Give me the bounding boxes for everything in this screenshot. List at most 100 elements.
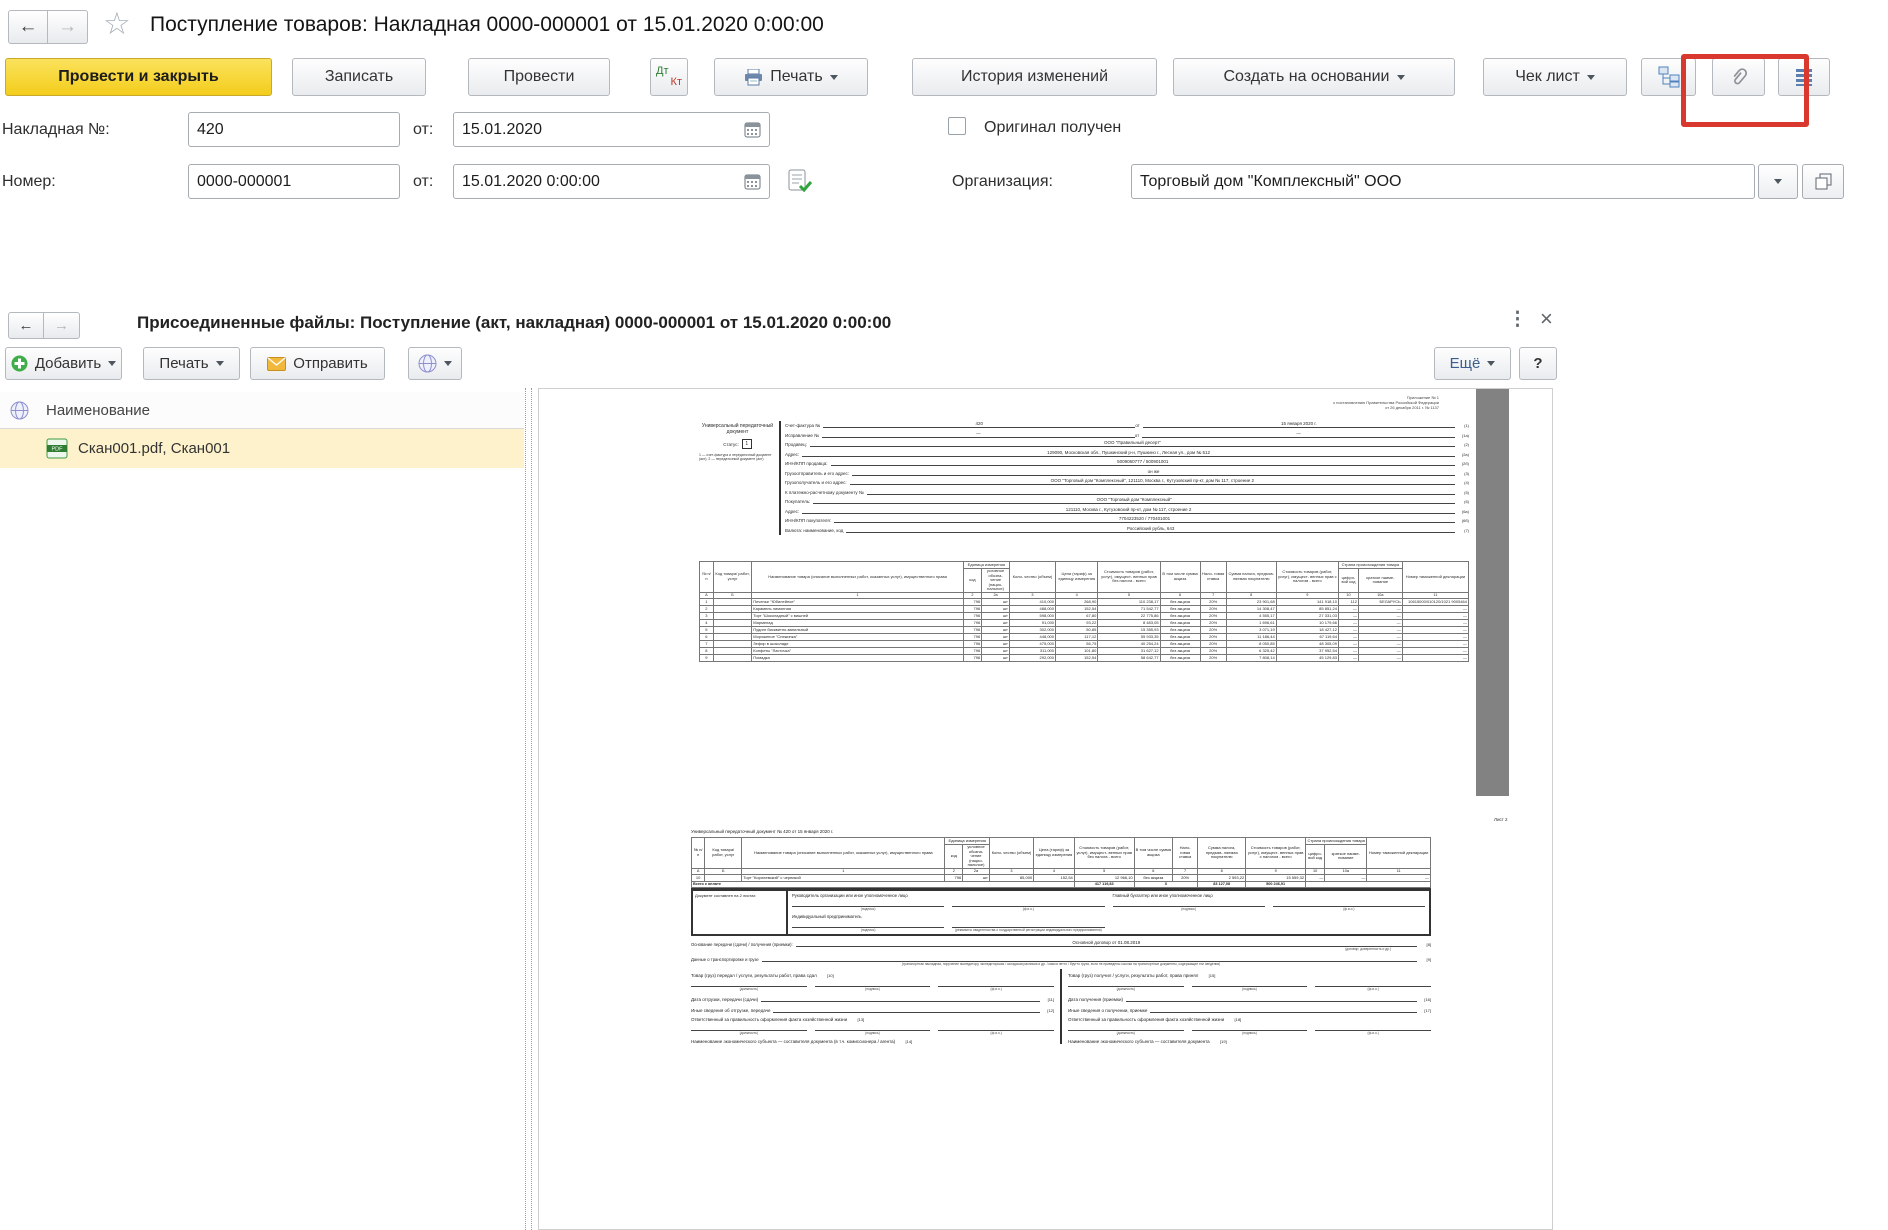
doc-cell: Конфеты "Ласточка"	[752, 647, 964, 654]
doc-cell: —	[1358, 633, 1402, 640]
signature-column-icon[interactable]	[10, 401, 29, 420]
doc-cell: 7	[700, 640, 714, 647]
app-root: ← → ☆ Поступление товаров: Накладная 000…	[0, 0, 1888, 1230]
doc-cell: —	[1358, 605, 1402, 612]
doc-cell: 93,22	[1056, 619, 1098, 626]
doc-cell: 10 179,66	[1276, 619, 1338, 626]
doc-cell: 796	[963, 626, 981, 633]
doc-table-row: 10Торт "Королевский" с черникой796шт85,0…	[692, 874, 1431, 881]
window-close-button[interactable]: ×	[1540, 306, 1553, 332]
main-nav-group: ← →	[8, 10, 88, 44]
invoice-date-input[interactable]: 15.01.2020	[453, 112, 770, 147]
doc-form-line: Адрес:121110, Москва г., Кутузовский пр-…	[785, 507, 1469, 514]
doc-left-title: Универсальный передаточный документ	[699, 423, 776, 435]
doc-cell: 8 483,05	[1098, 619, 1160, 626]
doc-cell: 9	[700, 654, 714, 661]
doc-table-page1: № п/п Код товара/ работ, услуг Наименова…	[699, 561, 1469, 662]
doc-cell: 796	[963, 654, 981, 661]
back-button[interactable]: ←	[8, 10, 48, 44]
doc-cell: 37 952,54	[1276, 647, 1338, 654]
checklist-button[interactable]: Чек лист	[1483, 58, 1627, 96]
doc-cell: —	[1402, 633, 1468, 640]
doc-cell: —	[1358, 640, 1402, 647]
dropdown-arrow-icon	[1587, 75, 1595, 80]
doc-form-line: К платежно-расчетному документу №(5)	[785, 488, 1469, 495]
save-button[interactable]: Записать	[292, 58, 426, 96]
doc-cell: 85 851,24	[1276, 605, 1338, 612]
attachments-back-button[interactable]: ←	[8, 312, 44, 339]
doc-cell: 10615000/010120/1021 9005464	[1402, 598, 1468, 605]
doc-cell: 302,000	[1009, 626, 1055, 633]
doc-cell: 7 808,14	[1226, 654, 1276, 661]
doc-cell: 117,12	[1056, 633, 1098, 640]
doc-cell: 152,54	[1034, 874, 1075, 881]
calendar-icon[interactable]	[744, 173, 761, 190]
doc-cell: —	[1402, 619, 1468, 626]
more-button[interactable]: Ещё	[1434, 347, 1511, 380]
window-menu-dots[interactable]: ⋮	[1508, 308, 1527, 331]
doc-cell	[713, 619, 751, 626]
doc-cell	[713, 647, 751, 654]
favorite-star-icon[interactable]: ☆	[103, 6, 131, 42]
number-input[interactable]: 0000-000001	[188, 164, 400, 199]
preview-scrollbar-thumb[interactable]	[1476, 389, 1509, 796]
doc-cell: шт	[982, 626, 1010, 633]
doc-cell: Печенье "Юбилейное"	[752, 598, 964, 605]
doc-cell: шт	[982, 619, 1010, 626]
organization-input[interactable]: Торговый дом "Комплексный" ООО	[1131, 164, 1755, 199]
back-arrow-icon: ←	[19, 16, 38, 38]
attachments-forward-button[interactable]: →	[44, 312, 80, 339]
post-button[interactable]: Провести	[468, 58, 610, 96]
doc-cell: шт	[982, 633, 1010, 640]
dropdown-arrow-icon	[216, 361, 224, 366]
invoice-no-input[interactable]: 420	[188, 112, 400, 147]
doc-cell: 14 308,47	[1226, 605, 1276, 612]
calendar-icon[interactable]	[744, 121, 761, 138]
signature-menu-button[interactable]	[408, 347, 462, 380]
doc-cell: 2	[700, 605, 714, 612]
doc-cell: без акциза	[1160, 598, 1200, 605]
original-received-checkbox[interactable]	[948, 117, 966, 135]
doc-cell: БЕЛАРУСЬ	[1358, 598, 1402, 605]
doc-cell: Торт "Королевский" с черникой	[742, 874, 945, 881]
history-button[interactable]: История изменений	[912, 58, 1157, 96]
doc-cell: 27 331,03	[1276, 612, 1338, 619]
create-based-on-button[interactable]: Создать на основании	[1173, 58, 1455, 96]
dt-kt-button[interactable]: Дт Кт	[650, 58, 688, 96]
pane-splitter[interactable]	[525, 388, 532, 1230]
doc-cell: 20%	[1200, 647, 1226, 654]
name-column-header[interactable]: Наименование	[46, 402, 150, 419]
doc-cell: без акциза	[1160, 647, 1200, 654]
doc-table-row: 4Мармелад796шт91,00093,228 483,05без акц…	[700, 619, 1469, 626]
doc-cell: —	[1338, 640, 1358, 647]
doc-annex-text: Приложение № 1 к постановлению Правитель…	[1099, 395, 1439, 410]
doc-cell: —	[1338, 626, 1358, 633]
file-row[interactable]: PDF Скан001.pdf, Скан001	[0, 429, 524, 468]
doc-cell: 475,000	[1009, 640, 1055, 647]
attachments-print-button[interactable]: Печать	[143, 347, 240, 380]
post-and-close-button[interactable]: Провести и закрыть	[5, 58, 272, 96]
doc-cell: 488,000	[1009, 605, 1055, 612]
doc-cell: 796	[963, 605, 981, 612]
doc-cell: —	[1338, 633, 1358, 640]
from1-label: от:	[413, 121, 433, 139]
doc-status-legend: 1 — счет-фактура и передаточный документ…	[699, 453, 776, 462]
help-button[interactable]: ?	[1519, 347, 1557, 380]
send-button[interactable]: Отправить	[250, 347, 385, 380]
doc-cell: Торт "Шоколадный" с вишней	[752, 612, 964, 619]
doc-form-line: Адрес:129090, Московская обл., Пушкински…	[785, 450, 1469, 457]
doc-table-page2: № п/п Код товара/ работ, услуг Наименова…	[691, 837, 1431, 888]
dropdown-arrow-icon	[1487, 361, 1495, 366]
add-button[interactable]: Добавить	[5, 347, 122, 380]
doc-cell: 12 966,10	[1074, 874, 1134, 881]
doc-form-line: Валюта: наименование, кодРоссийский рубл…	[785, 526, 1469, 533]
forward-button[interactable]: →	[48, 10, 88, 44]
doc-form-line: ИНН/КПП продавца:5009060777 / 500901001(…	[785, 459, 1469, 466]
organization-open-button[interactable]	[1802, 164, 1844, 199]
print-button[interactable]: Печать	[714, 58, 868, 96]
pdf-preview-pane: Приложение № 1 к постановлению Правитель…	[538, 388, 1553, 1230]
doc-cell: —	[1358, 626, 1402, 633]
doc-cell: —	[1358, 619, 1402, 626]
doc-datetime-input[interactable]: 15.01.2020 0:00:00	[453, 164, 770, 199]
organization-dropdown-button[interactable]	[1758, 164, 1798, 199]
